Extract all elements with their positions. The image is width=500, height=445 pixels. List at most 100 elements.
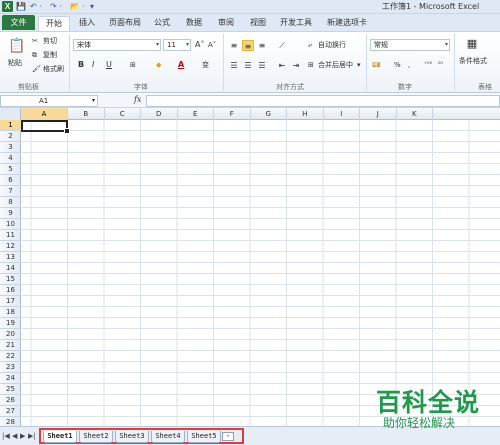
prev-sheet-icon[interactable]: ◀ <box>12 431 17 441</box>
row-header[interactable]: 3 <box>0 142 21 153</box>
number-format-select[interactable]: 常规 ▾ <box>370 39 450 51</box>
sheet-tab-4[interactable]: Sheet4 <box>151 431 185 443</box>
font-size-select[interactable]: 11 ▾ <box>163 39 191 51</box>
column-header[interactable]: D <box>141 108 178 120</box>
tab-home[interactable]: 开始 <box>38 16 70 31</box>
row-header[interactable]: 9 <box>0 208 21 219</box>
chevron-down-icon[interactable]: ▾ <box>357 60 361 70</box>
currency-icon[interactable]: 💴 <box>372 60 381 70</box>
column-header[interactable]: K <box>397 108 433 120</box>
tab-file[interactable]: 文件 <box>2 15 35 30</box>
merge-center-button[interactable]: 合并后居中 <box>318 60 353 70</box>
new-sheet-icon[interactable]: + <box>222 432 234 441</box>
copy-button[interactable]: 复制 <box>43 50 57 60</box>
orientation-icon[interactable]: ⟋ <box>276 40 288 51</box>
next-sheet-icon[interactable]: ▶ <box>20 431 25 441</box>
save-icon[interactable]: 💾 <box>16 1 26 12</box>
formula-input[interactable] <box>146 95 500 107</box>
shrink-font-button[interactable]: A˅ <box>208 40 216 50</box>
cut-button[interactable]: 剪切 <box>43 36 57 46</box>
last-sheet-icon[interactable]: ▶| <box>28 431 36 441</box>
excel-app-icon[interactable]: X <box>2 1 13 12</box>
paste-button[interactable]: 粘贴 <box>8 58 22 68</box>
row-header[interactable]: 25 <box>0 384 21 395</box>
cell-area[interactable] <box>21 120 500 426</box>
format-painter-button[interactable]: 格式刷 <box>43 64 64 74</box>
tab-page-layout[interactable]: 页面布局 <box>104 16 146 31</box>
tab-data[interactable]: 数据 <box>180 16 208 31</box>
fx-icon[interactable]: fx <box>134 95 141 104</box>
row-header[interactable]: 1 <box>0 120 21 131</box>
row-header[interactable]: 7 <box>0 186 21 197</box>
row-header[interactable]: 11 <box>0 230 21 241</box>
italic-button[interactable]: I <box>92 60 94 70</box>
conditional-format-button[interactable]: 条件格式 <box>459 56 487 66</box>
increase-decimal-icon[interactable]: ⁺⁰⁰ <box>424 60 432 70</box>
chevron-down-icon[interactable]: ▾ <box>92 96 95 106</box>
tab-view[interactable]: 视图 <box>244 16 272 31</box>
increase-indent-icon[interactable]: ⇥ <box>290 60 302 71</box>
row-header[interactable]: 12 <box>0 241 21 252</box>
align-middle-icon[interactable]: ≡ <box>242 40 254 51</box>
select-all-corner[interactable] <box>0 108 21 120</box>
active-cell-a1[interactable] <box>21 120 70 134</box>
tab-review[interactable]: 审阅 <box>212 16 240 31</box>
wrap-text-icon[interactable]: ⤶ <box>308 40 312 50</box>
decrease-indent-icon[interactable]: ⇤ <box>276 60 288 71</box>
column-header[interactable]: A <box>21 108 68 120</box>
cut-icon[interactable]: ✂ <box>32 36 38 46</box>
row-header[interactable]: 13 <box>0 252 21 263</box>
column-header[interactable]: F <box>214 108 251 120</box>
tab-insert[interactable]: 插入 <box>72 16 102 31</box>
underline-button[interactable]: U <box>106 60 112 70</box>
tab-new-tab[interactable]: 新建选项卡 <box>322 16 372 31</box>
column-header[interactable]: I <box>324 108 360 120</box>
copy-icon[interactable]: ⧉ <box>32 50 37 60</box>
align-top-icon[interactable]: ≡ <box>228 40 240 51</box>
percent-button[interactable]: % <box>394 60 401 70</box>
row-header[interactable]: 10 <box>0 219 21 230</box>
sheet-tab-3[interactable]: Sheet3 <box>115 431 149 443</box>
first-sheet-icon[interactable]: |◀ <box>2 431 10 441</box>
row-header[interactable]: 28 <box>0 417 21 426</box>
row-header[interactable]: 16 <box>0 285 21 296</box>
row-header[interactable]: 15 <box>0 274 21 285</box>
row-header[interactable]: 8 <box>0 197 21 208</box>
phonetic-icon[interactable]: 变 <box>202 60 209 70</box>
row-header[interactable]: 6 <box>0 175 21 186</box>
column-header[interactable]: E <box>178 108 214 120</box>
row-header[interactable]: 18 <box>0 307 21 318</box>
column-header[interactable]: H <box>287 108 324 120</box>
align-left-icon[interactable]: ☰ <box>228 60 240 71</box>
row-header[interactable]: 23 <box>0 362 21 373</box>
align-bottom-icon[interactable]: ≡ <box>256 40 268 51</box>
column-header[interactable]: G <box>251 108 287 120</box>
format-painter-icon[interactable]: 🖌 <box>32 64 41 74</box>
sheet-tab-5[interactable]: Sheet5 <box>187 431 221 443</box>
comma-button[interactable]: , <box>408 60 410 70</box>
wrap-text-button[interactable]: 自动换行 <box>318 40 346 50</box>
row-header[interactable]: 24 <box>0 373 21 384</box>
column-header[interactable]: C <box>105 108 141 120</box>
redo-icon[interactable]: ↷ · <box>50 1 62 12</box>
row-header[interactable]: 2 <box>0 131 21 142</box>
tab-formulas[interactable]: 公式 <box>148 16 176 31</box>
row-header[interactable]: 27 <box>0 406 21 417</box>
font-color-icon[interactable]: A <box>178 60 184 70</box>
merge-icon[interactable]: ⊞ <box>308 60 314 70</box>
decrease-decimal-icon[interactable]: ⁰⁰ <box>438 60 443 70</box>
conditional-format-icon[interactable]: ▦ <box>464 36 480 52</box>
sheet-tab-1[interactable]: Sheet1 <box>43 431 77 443</box>
row-header[interactable]: 20 <box>0 329 21 340</box>
worksheet-grid[interactable]: ABCDEFGHIJK 1 2 3 4 5 6 7 8 9 10 11 12 13 14 15 16 17 18 1… <box>0 108 500 426</box>
row-header[interactable]: 19 <box>0 318 21 329</box>
row-header[interactable]: 22 <box>0 351 21 362</box>
open-icon[interactable]: 📂 · <box>70 1 85 12</box>
align-right-icon[interactable]: ☰ <box>256 60 268 71</box>
font-name-select[interactable]: 宋体 ▾ <box>73 39 161 51</box>
tab-developer[interactable]: 开发工具 <box>276 16 316 31</box>
fill-color-icon[interactable]: ◆ <box>156 60 161 70</box>
paste-icon[interactable]: 📋 <box>8 36 26 56</box>
border-icon[interactable]: ⊞ <box>130 60 136 70</box>
bold-button[interactable]: B <box>78 60 84 70</box>
